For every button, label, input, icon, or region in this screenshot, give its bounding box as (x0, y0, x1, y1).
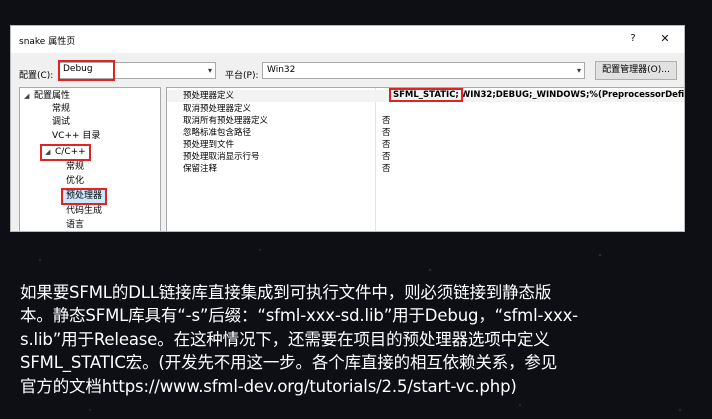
property-name: 忽略标准包含路径 (183, 128, 252, 138)
config-select[interactable]: Debug ▾ (58, 60, 216, 81)
tree-item-cpp-general[interactable]: 常规 (66, 161, 84, 174)
property-name: 预处理到文件 (183, 140, 235, 150)
tree-item-language[interactable]: 语言 (66, 219, 84, 231)
platform-label: 平台(P): (225, 71, 259, 81)
config-value: Debug (58, 60, 115, 81)
tree-item-config-properties[interactable]: ◢ 配置属性 (24, 90, 70, 103)
tree-item-preprocessor[interactable]: 预处理器 (60, 188, 108, 205)
property-value: 否 (382, 140, 391, 150)
close-button[interactable]: ✕ (655, 31, 675, 47)
property-row[interactable]: 取消预处理器定义 (167, 103, 684, 115)
property-pages-dialog: snake 属性页 ? ✕ 配置(C): Debug ▾ 平台(P): Win3… (10, 25, 685, 232)
property-value: 否 (382, 128, 391, 138)
dialog-title: snake 属性页 (19, 37, 76, 47)
property-name: 预处理器定义 (183, 91, 235, 101)
caption-line: 官方的文档https://www.sfml-dev.org/tutorials/… (20, 376, 517, 396)
help-button[interactable]: ? (623, 31, 643, 47)
configuration-manager-button[interactable]: 配置管理器(O)... (595, 61, 677, 80)
explanation-text: 如果要SFML的DLL链接库直接集成到可执行文件中，则必须链接到静态版 本。静态… (20, 281, 700, 398)
chevron-down-icon: ▾ (207, 66, 212, 75)
property-value: 否 (382, 152, 391, 162)
expanded-triangle-icon[interactable]: ◢ (45, 146, 55, 159)
platform-select[interactable]: Win32 ▾ (262, 62, 585, 79)
property-row[interactable]: 保留注释 否 (167, 163, 684, 175)
property-row[interactable]: 忽略标准包含路径 否 (167, 127, 684, 139)
preprocessor-definitions-value[interactable]: SFML_STATIC; WIN32;DEBUG;_WINDOWS;%(Prepr… (389, 88, 685, 102)
property-grid: 预处理器定义 SFML_STATIC; WIN32;DEBUG;_WINDOWS;… (166, 87, 685, 231)
caption-line: 如果要SFML的DLL链接库直接集成到可执行文件中，则必须链接到静态版 (20, 283, 552, 302)
property-row[interactable]: 取消所有预处理器定义 否 (167, 115, 684, 127)
sfml-static-definition: SFML_STATIC; (389, 88, 463, 102)
property-tree: ◢ 配置属性 常规 调试 VC++ 目录 ◢ C/C++ 常规 优化 预处理器 代码… (19, 87, 161, 231)
property-name: 取消所有预处理器定义 (183, 116, 269, 126)
tree-item-vc-directories[interactable]: VC++ 目录 (52, 130, 100, 143)
platform-value: Win32 (267, 65, 296, 75)
caption-line: 本。静态SFML库具有“-s”后缀：“sfml-xxx-sd.lib”用于Deb… (20, 306, 578, 326)
property-name: 保留注释 (183, 164, 218, 174)
tree-item-cpp[interactable]: ◢ C/C++ (40, 144, 91, 161)
expanded-triangle-icon[interactable]: ◢ (24, 90, 34, 103)
property-row[interactable]: 预处理取消显示行号 否 (167, 151, 684, 163)
tree-item-general[interactable]: 常规 (52, 103, 70, 116)
tree-item-code-generation[interactable]: 代码生成 (66, 205, 102, 218)
chevron-down-icon: ▾ (576, 66, 581, 75)
property-value: 否 (382, 116, 391, 126)
property-row[interactable]: 预处理到文件 否 (167, 139, 684, 151)
config-label: 配置(C): (19, 71, 54, 81)
caption-line: s.lib”用于Release。在这种情况下，还需要在项目的预处理器选项中定义 (20, 329, 550, 349)
property-name: 预处理取消显示行号 (183, 152, 260, 162)
caption-line: SFML_STATIC宏。(开发先不用这一步。各个库直接的相互依赖关系，参见 (20, 353, 558, 373)
tree-item-optimization[interactable]: 优化 (66, 175, 84, 188)
other-definitions: WIN32;DEBUG;_WINDOWS;%(PreprocessorDefin… (460, 90, 685, 100)
property-name: 取消预处理器定义 (183, 104, 252, 114)
property-value: 否 (382, 164, 391, 174)
tree-item-debugging[interactable]: 调试 (52, 116, 70, 129)
title-bar: snake 属性页 ? ✕ (11, 26, 684, 53)
